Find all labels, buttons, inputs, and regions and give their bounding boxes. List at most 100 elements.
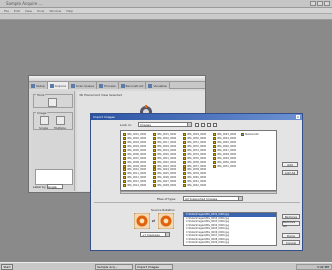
look-in-label: Look in: — [120, 123, 132, 127]
list-item[interactable]: IMG_0009_0000 — [123, 164, 146, 168]
view-menu-icon[interactable] — [213, 123, 217, 127]
list-item[interactable]: IMG_0035_0000 — [183, 156, 206, 160]
video-tool-button[interactable] — [48, 98, 57, 107]
list-item[interactable]: IMG_0011_0000 — [123, 172, 146, 176]
image-file-icon — [153, 145, 156, 149]
rotate-ccw-icon[interactable] — [134, 213, 150, 229]
tab-acquire[interactable]: Acquire — [47, 82, 70, 89]
tab-scan-queue[interactable]: Scan Queue — [69, 82, 98, 89]
multiple-image-button[interactable] — [56, 116, 65, 125]
list-item[interactable]: IMG_0002_0000 — [123, 137, 146, 141]
file-type-select[interactable]: All Supported Images — [183, 196, 243, 201]
list-item[interactable]: IMG_0047_0000 — [213, 149, 236, 153]
list-item[interactable]: IMG_0017_0000 — [153, 141, 176, 145]
image-file-icon — [183, 156, 186, 160]
remove-button[interactable]: Remove — [282, 214, 300, 219]
list-item[interactable]: IMG_0049_0000 — [213, 156, 236, 160]
list-item[interactable]: IMG_0020_0000 — [153, 152, 176, 156]
new-folder-icon[interactable] — [207, 123, 211, 127]
list-item[interactable]: Stacked.stk — [241, 133, 259, 137]
list-item[interactable]: IMG_0001_0000 — [123, 133, 146, 137]
image-file-icon — [123, 133, 126, 137]
menu-edit[interactable]: Edit — [14, 8, 20, 13]
list-item[interactable]: IMG_0042_0000 — [183, 184, 206, 188]
list-item[interactable]: IMG_0010_0000 — [123, 168, 146, 172]
list-item[interactable]: IMG_0038_0000 — [183, 168, 206, 172]
minimize-button[interactable] — [310, 1, 316, 6]
menu-help[interactable]: Help — [66, 8, 73, 13]
rotate-cw-icon[interactable] — [158, 213, 174, 229]
maximize-button[interactable] — [317, 1, 323, 6]
list-item[interactable]: IMG_0028_0000 — [153, 184, 176, 188]
list-item[interactable]: IMG_0027_0000 — [153, 180, 176, 184]
list-item[interactable]: IMG_0025_0000 — [153, 172, 176, 176]
up-folder-icon[interactable] — [201, 123, 205, 127]
rotation-select[interactable]: +Y Degrees — [140, 232, 170, 237]
back-icon[interactable] — [195, 123, 199, 127]
cancel-button[interactable]: Cancel — [282, 240, 300, 245]
tab-setup[interactable]: Setup — [29, 82, 48, 89]
single-image-button[interactable] — [40, 116, 49, 125]
list-item[interactable]: IMG_0029_0000 — [183, 133, 206, 137]
list-item[interactable]: IMG_0006_0000 — [123, 152, 146, 156]
list-item[interactable]: IMG_0034_0000 — [183, 152, 206, 156]
list-item[interactable]: IMG_0051_0000 — [213, 164, 236, 168]
list-item[interactable]: IMG_0040_0000 — [183, 176, 206, 180]
list-item[interactable]: IMG_0032_0000 — [183, 145, 206, 149]
tab-visualize[interactable]: Visualize — [146, 82, 170, 89]
list-item[interactable]: IMG_0041_0000 — [183, 180, 206, 184]
add-button[interactable]: Add — [282, 162, 298, 167]
list-item[interactable]: IMG_0033_0000 — [183, 149, 206, 153]
image-file-icon — [153, 133, 156, 137]
menu-file[interactable]: File — [4, 8, 9, 13]
list-item[interactable]: IMG_0023_0000 — [153, 164, 176, 168]
file-list-scrollbar[interactable] — [120, 191, 277, 194]
list-item[interactable]: IMG_0014_0000 — [123, 184, 146, 188]
list-item[interactable]: IMG_0004_0000 — [123, 145, 146, 149]
list-item[interactable]: IMG_0043_0000 — [213, 133, 236, 137]
list-item[interactable]: IMG_0013_0000 — [123, 180, 146, 184]
list-item[interactable]: IMG_0036_0000 — [183, 160, 206, 164]
taskbar-item-acquire[interactable]: Sample Acq... — [95, 264, 133, 270]
list-item[interactable]: IMG_0007_0000 — [123, 156, 146, 160]
list-item[interactable]: IMG_0021_0000 — [153, 156, 176, 160]
list-item[interactable]: IMG_0031_0000 — [183, 141, 206, 145]
list-item[interactable]: IMG_0044_0000 — [213, 137, 236, 141]
list-item[interactable]: IMG_0046_0000 — [213, 145, 236, 149]
list-item[interactable]: IMG_0022_0000 — [153, 160, 176, 164]
list-item[interactable]: IMG_0024_0000 — [153, 168, 176, 172]
list-item[interactable]: IMG_0008_0000 — [123, 160, 146, 164]
tab-process[interactable]: Process — [97, 82, 119, 89]
file-type-value: All Supported Images — [185, 197, 218, 201]
list-item[interactable]: IMG_0030_0000 — [183, 137, 206, 141]
add-all-button[interactable]: Add All — [282, 170, 298, 175]
label-by-select[interactable]: Angle — [47, 184, 63, 189]
close-icon[interactable] — [296, 115, 300, 119]
list-item[interactable]: IMG_0012_0000 — [123, 176, 146, 180]
tab-reconstruct[interactable]: Reconstruct — [118, 82, 147, 89]
remove-all-button[interactable]: Remove All — [282, 220, 300, 228]
list-item[interactable]: IMG_0005_0000 — [123, 149, 146, 153]
list-item[interactable]: C:\Data\Images\IMG_0009_0000.jpg — [184, 241, 276, 245]
list-item[interactable]: IMG_0050_0000 — [213, 160, 236, 164]
selected-files-list[interactable]: C:\Data\Images\IMG_0001_0000.jpg C:\Data… — [183, 212, 277, 246]
list-item[interactable]: IMG_0018_0000 — [153, 145, 176, 149]
list-item[interactable]: IMG_0026_0000 — [153, 176, 176, 180]
list-item[interactable]: IMG_0048_0000 — [213, 152, 236, 156]
list-item[interactable]: IMG_0037_0000 — [183, 164, 206, 168]
menu-view[interactable]: View — [25, 8, 32, 13]
menu-tools[interactable]: Tools — [37, 8, 44, 13]
look-in-select[interactable]: Images — [138, 122, 192, 127]
list-item[interactable]: IMG_0016_0000 — [153, 137, 176, 141]
list-item[interactable]: IMG_0019_0000 — [153, 149, 176, 153]
file-list[interactable]: IMG_0001_0000 IMG_0002_0000 IMG_0003_000… — [120, 130, 277, 191]
close-button[interactable] — [324, 1, 330, 6]
list-item[interactable]: IMG_0045_0000 — [213, 141, 236, 145]
menu-window[interactable]: Window — [49, 8, 61, 13]
list-item[interactable]: IMG_0003_0000 — [123, 141, 146, 145]
start-button[interactable]: Start — [1, 264, 13, 270]
done-button[interactable]: Done — [282, 233, 300, 238]
taskbar-item-import[interactable]: Import Images — [135, 264, 173, 270]
list-item[interactable]: IMG_0015_0000 — [153, 133, 176, 137]
list-item[interactable]: IMG_0039_0000 — [183, 172, 206, 176]
